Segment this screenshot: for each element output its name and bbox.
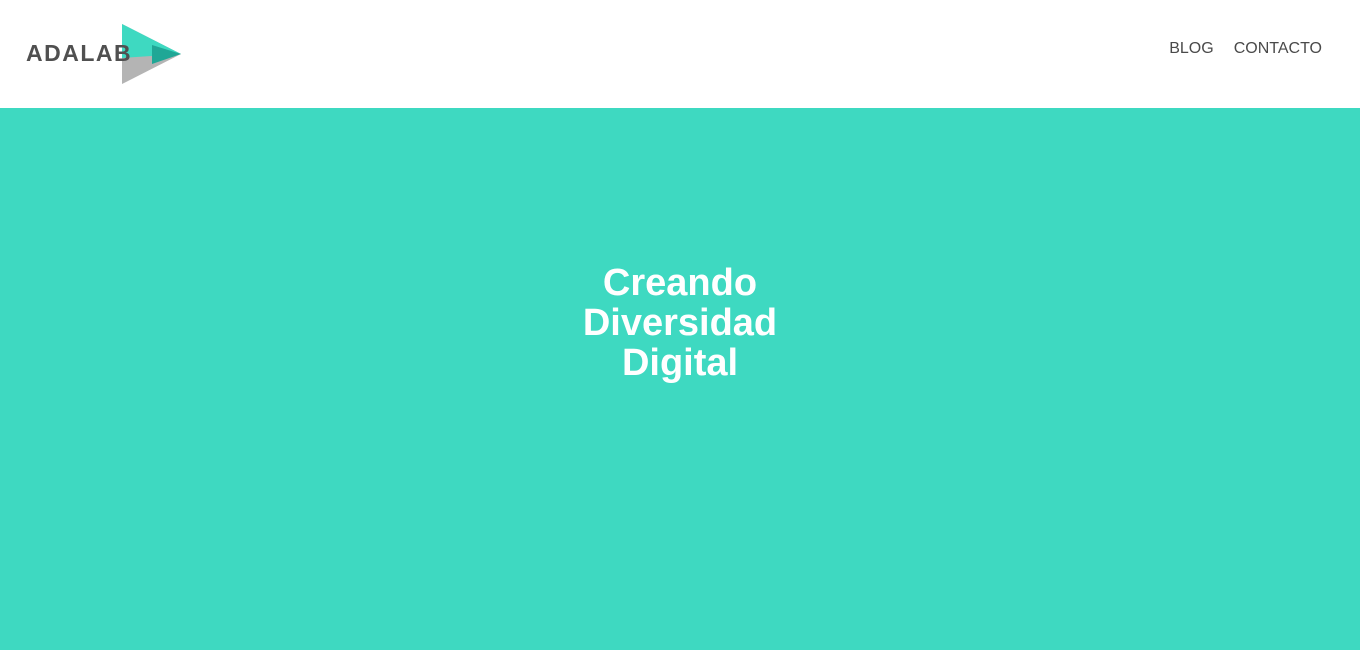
site-header: ADALAB BLOG CONTACTO [0,0,1360,108]
hero-title-line: Digital [621,342,739,384]
logo-wordmark: ADALAB [26,40,133,66]
hero-title-line: Creando [602,262,758,304]
nav-link-contacto[interactable]: CONTACTO [1234,39,1322,59]
adalab-logo[interactable]: ADALAB [24,24,184,86]
main-nav: BLOG CONTACTO [1169,39,1322,59]
hero-section: Creando Diversidad Digital [0,108,1360,650]
hero-title-line: Diversidad [582,302,778,344]
nav-link-blog[interactable]: BLOG [1169,39,1213,59]
hero-title: Creando Diversidad Digital [0,263,1360,383]
